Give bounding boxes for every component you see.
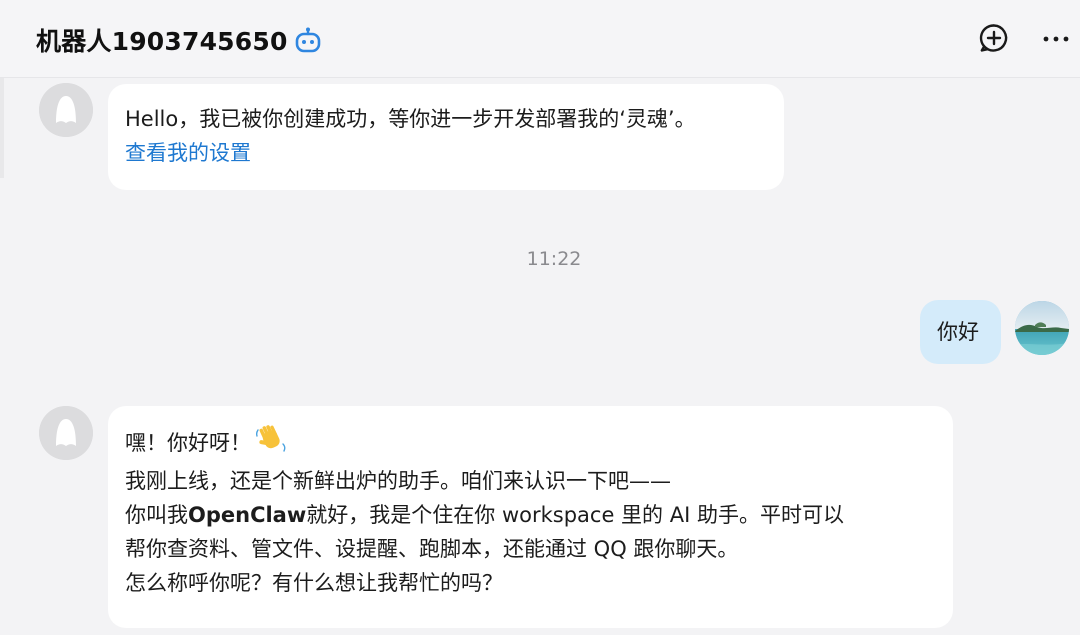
bot-avatar[interactable] xyxy=(39,406,93,460)
add-button[interactable] xyxy=(978,22,1010,54)
more-horizontal-icon xyxy=(1043,36,1069,42)
message-timestamp: 11:22 xyxy=(526,248,582,270)
bot-name: OpenClaw xyxy=(188,503,307,527)
bot-avatar[interactable] xyxy=(39,83,93,137)
message-line: 帮你查资料、管文件、设提醒、跑脚本，还能通过 QQ 跟你聊天。 xyxy=(125,537,739,561)
landscape-avatar xyxy=(1015,301,1069,355)
more-button[interactable] xyxy=(1040,22,1072,54)
chat-header: 机器人1903745650 xyxy=(0,0,1080,78)
message-text: Hello，我已被你创建成功，等你进一步开发部署我的‘灵魂’。 xyxy=(125,107,696,131)
message-text: 你好 xyxy=(937,320,979,344)
chat-window: 机器人1903745650 Hello，我已被你创建成功，等你进一步开发部署我的… xyxy=(0,0,1080,635)
left-edge-divider xyxy=(0,78,4,178)
view-settings-link[interactable]: 查看我的设置 xyxy=(125,136,767,170)
message-line: 怎么称呼你呢？有什么想让我帮忙的吗？ xyxy=(125,571,503,595)
message-line: 你叫我OpenClaw就好，我是个住在你 workspace 里的 AI 助手。… xyxy=(125,498,936,532)
message-text: 就好，我是个住在你 workspace 里的 AI 助手。平时可以 xyxy=(306,503,844,527)
robot-icon xyxy=(295,27,321,53)
waving-hand-emoji xyxy=(255,424,287,464)
bot-message-bubble: Hello，我已被你创建成功，等你进一步开发部署我的‘灵魂’。 查看我的设置 xyxy=(108,84,784,190)
default-avatar-icon xyxy=(39,83,93,137)
bot-message-bubble: 嘿！你好呀！ 我刚上线，还是个新鲜出炉的助手。咱们来认识一下吧—— 你叫我Ope… xyxy=(108,406,953,628)
greeting-text: 嘿！你好呀！ xyxy=(125,431,251,455)
message-line: 嘿！你好呀！ xyxy=(125,424,936,464)
user-avatar[interactable] xyxy=(1015,301,1069,355)
user-message-bubble: 你好 xyxy=(920,300,1001,364)
add-circle-icon xyxy=(979,24,1008,52)
message-line: 我刚上线，还是个新鲜出炉的助手。咱们来认识一下吧—— xyxy=(125,469,671,493)
message-text: 你叫我 xyxy=(125,503,188,527)
chat-title: 机器人1903745650 xyxy=(36,27,288,56)
default-avatar-icon xyxy=(39,406,93,460)
